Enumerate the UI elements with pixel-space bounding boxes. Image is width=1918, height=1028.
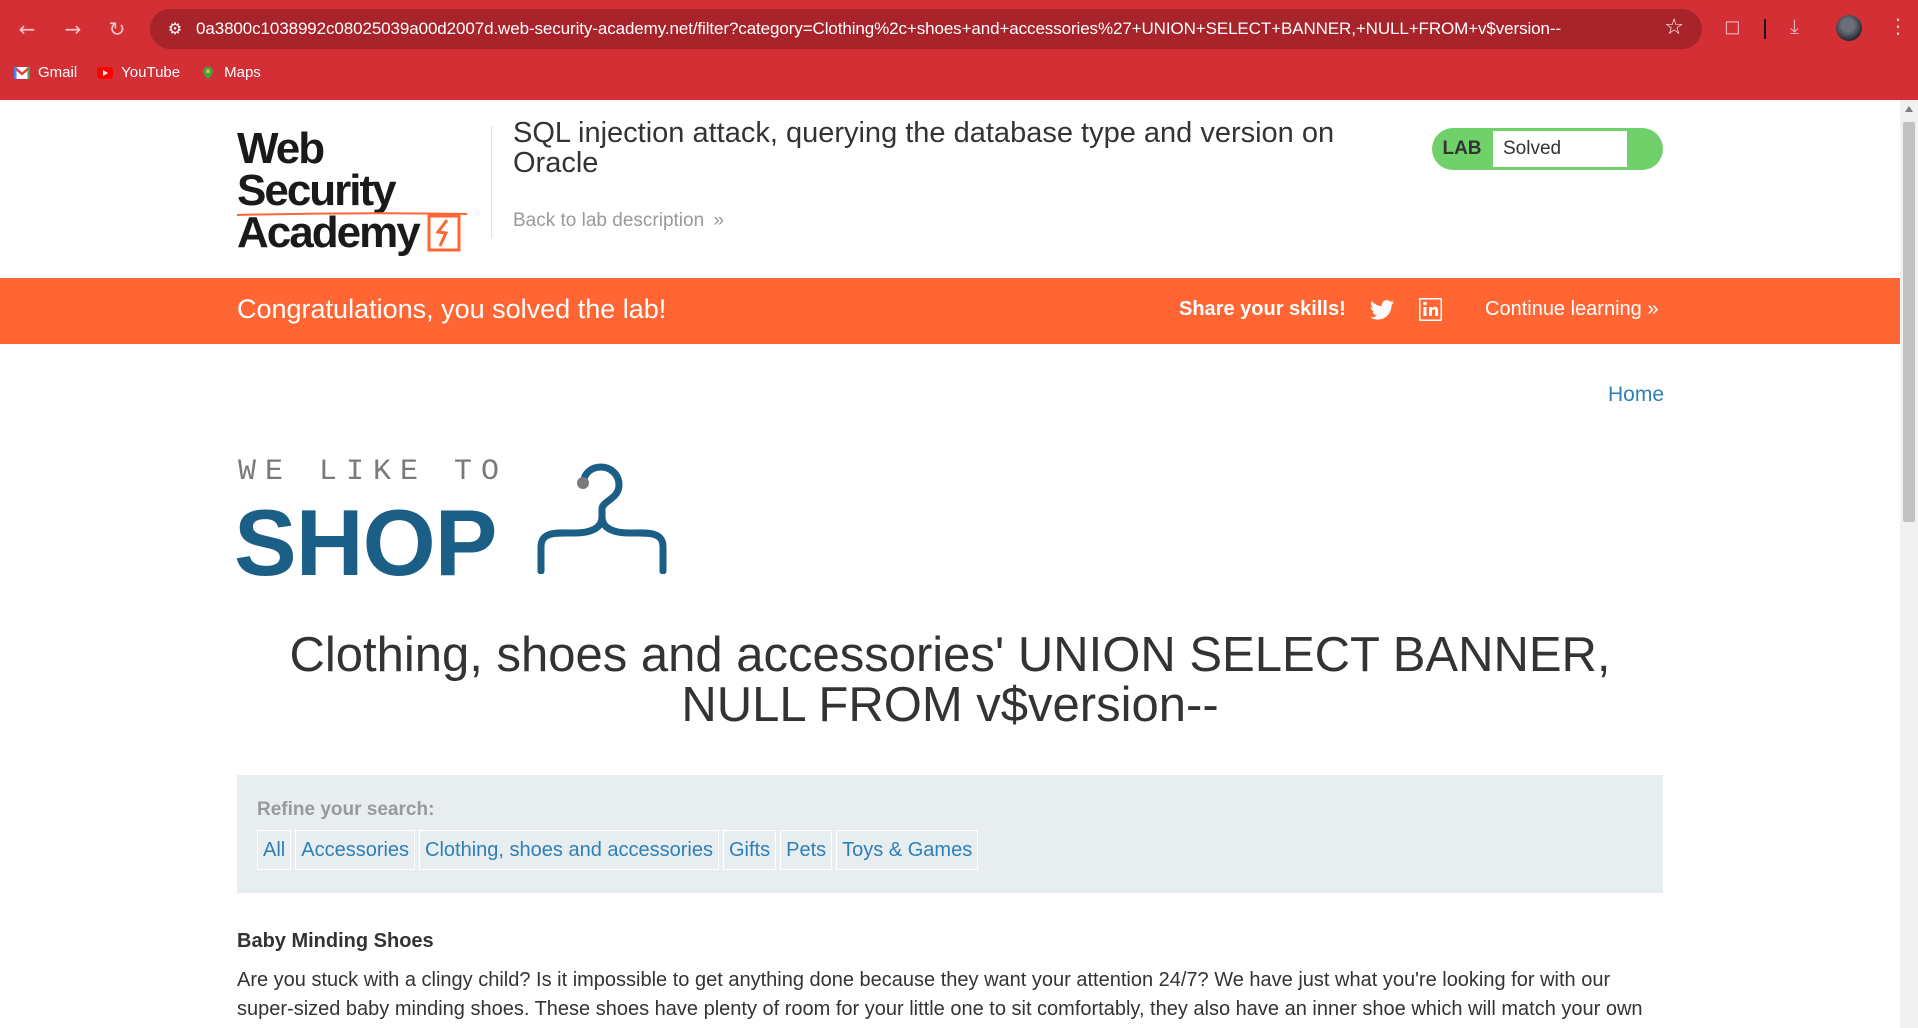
home-link[interactable]: Home [1608, 383, 1664, 407]
address-bar[interactable]: ⚙ 0a3800c1038992c08025039a00d2007d.web-s… [150, 9, 1702, 49]
double-chevron-right-icon: » [1647, 298, 1659, 320]
continue-learning-link[interactable]: Continue learning » [1485, 298, 1658, 321]
filter-pets[interactable]: Pets [780, 830, 833, 870]
logo-line-2: Academy [237, 208, 421, 257]
filter-toys-games[interactable]: Toys & Games [836, 830, 979, 870]
bookmark-star-icon[interactable]: ☆ [1664, 15, 1684, 40]
logo-line-2-row: Academy [237, 208, 487, 257]
page-scrollbar[interactable] [1900, 100, 1918, 1028]
academy-lightning-icon [427, 214, 461, 252]
lab-title: SQL injection attack, querying the datab… [513, 117, 1335, 179]
product-description: Are you stuck with a clingy child? Is it… [237, 969, 1643, 1020]
shop-logo-title: SHOP [234, 490, 497, 595]
share-skills-label: Share your skills! [1179, 298, 1346, 320]
bookmark-label: YouTube [121, 64, 181, 81]
youtube-icon [97, 66, 114, 79]
reload-icon[interactable]: ↻ [102, 14, 132, 44]
lab-badge-label: LAB [1442, 138, 1482, 159]
logo-underline [237, 212, 467, 216]
linkedin-icon[interactable] [1419, 298, 1442, 321]
extensions-icon[interactable]: ◻ [1724, 14, 1741, 38]
gmail-icon [14, 65, 30, 79]
category-title: Clothing, shoes and accessories' UNION S… [289, 628, 1611, 732]
lab-status-value: Solved [1493, 131, 1627, 167]
url-text[interactable]: 0a3800c1038992c08025039a00d2007d.web-sec… [196, 19, 1561, 39]
bookmarks-bar: Gmail YouTube Maps [14, 64, 261, 81]
refine-label: Refine your search: [257, 799, 435, 820]
back-arrow-icon[interactable]: ← [12, 14, 42, 44]
filter-gifts[interactable]: Gifts [723, 830, 777, 870]
header-divider [491, 126, 492, 238]
logo-line-1: Web Security [237, 124, 397, 215]
scroll-thumb[interactable] [1903, 122, 1915, 522]
continue-learning-label: Continue learning [1485, 298, 1642, 320]
forward-arrow-icon[interactable]: → [58, 14, 88, 44]
profile-avatar[interactable] [1836, 15, 1862, 41]
shop-logo-tagline: WE LIKE TO [238, 455, 509, 489]
lab-status-widget: LAB Solved [1432, 128, 1663, 170]
menu-dots-icon[interactable]: ⋮ [1888, 14, 1908, 38]
toolbar-divider [1764, 19, 1766, 39]
bookmark-maps[interactable]: Maps [200, 64, 261, 81]
category-filters: All Accessories Clothing, shoes and acce… [257, 830, 979, 870]
hanger-icon [537, 463, 667, 574]
web-security-academy-logo[interactable]: Web Security Academy [237, 124, 487, 255]
refine-search-panel: Refine your search: All Accessories Clot… [237, 775, 1663, 893]
scroll-up-arrow-icon[interactable] [1905, 106, 1913, 112]
twitter-icon[interactable] [1370, 300, 1394, 320]
site-info-icon[interactable]: ⚙ [160, 14, 190, 44]
congratulations-banner: Congratulations, you solved the lab! Sha… [0, 278, 1900, 344]
back-link-label: Back to lab description [513, 210, 705, 231]
browser-toolbar: ← → ↻ ⚙ 0a3800c1038992c08025039a00d2007d… [0, 0, 1918, 100]
filter-accessories[interactable]: Accessories [295, 830, 416, 870]
bookmark-youtube[interactable]: YouTube [97, 64, 180, 81]
download-icon[interactable]: ⤓ [1790, 14, 1799, 38]
product-name: Baby Minding Shoes [237, 930, 434, 952]
filter-clothing-shoes-accessories[interactable]: Clothing, shoes and accessories [419, 830, 719, 870]
double-chevron-right-icon: » [713, 210, 725, 231]
we-like-to-shop-logo: WE LIKE TO SHOP [234, 455, 677, 595]
bookmark-gmail[interactable]: Gmail [14, 64, 77, 81]
bookmark-label: Gmail [38, 64, 78, 81]
bookmark-label: Maps [224, 64, 261, 81]
back-to-lab-description-link[interactable]: Back to lab description » [513, 210, 724, 232]
filter-all[interactable]: All [257, 830, 292, 870]
congrats-message: Congratulations, you solved the lab! [237, 294, 667, 324]
maps-icon [203, 66, 213, 79]
